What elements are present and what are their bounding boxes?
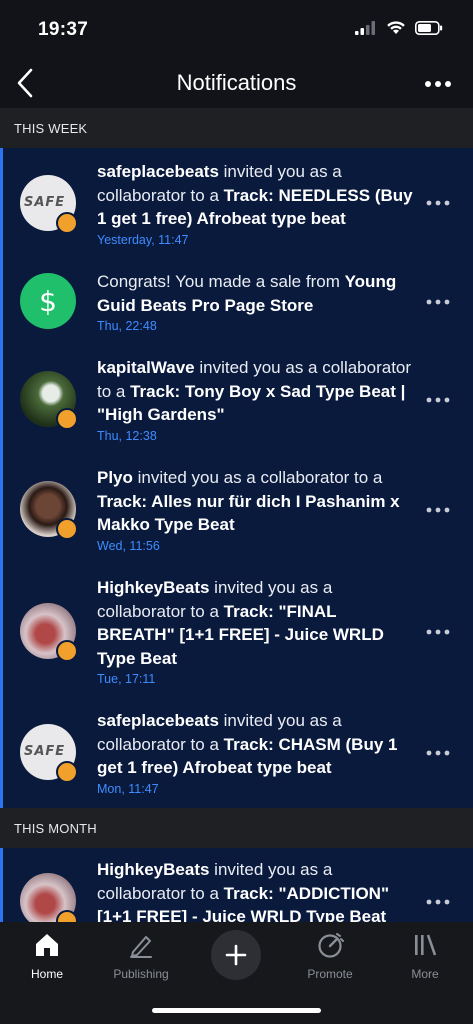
dollar-icon: $ (39, 285, 57, 318)
status-time: 19:37 (38, 19, 89, 40)
more-bars-icon (415, 934, 437, 956)
item-options-icon[interactable] (425, 505, 451, 515)
home-indicator (152, 1008, 321, 1013)
tab-publishing[interactable]: Publishing (96, 932, 186, 981)
sale-avatar: $ (20, 273, 76, 329)
plus-icon (225, 944, 247, 966)
timestamp: Wed, 11:56 (97, 538, 160, 553)
actor-link[interactable]: Plyo (97, 468, 133, 487)
pro-badge-icon (56, 408, 78, 430)
status-bar: 19:37 (0, 0, 473, 60)
more-options-icon[interactable] (423, 74, 453, 94)
item-options-icon[interactable] (425, 297, 451, 307)
actor-link[interactable]: safeplacebeats (97, 162, 219, 181)
pro-badge-icon (56, 910, 78, 922)
tab-promote[interactable]: Promote (285, 932, 375, 981)
actor-link[interactable]: HighkeyBeats (97, 860, 209, 879)
pro-badge-icon (56, 761, 78, 783)
section-header-this-month: THIS MONTH (0, 808, 473, 848)
wifi-icon (387, 21, 405, 34)
timestamp: Tue, 17:11 (97, 672, 156, 686)
tab-home[interactable]: Home (2, 932, 92, 981)
battery-icon (415, 20, 443, 35)
actor-link[interactable]: safeplacebeats (97, 711, 219, 730)
pro-badge-icon (56, 518, 78, 540)
item-options-icon[interactable] (425, 627, 451, 637)
signal-icon (355, 20, 375, 35)
actor-link[interactable]: kapitalWave (97, 358, 195, 377)
add-button[interactable] (211, 930, 261, 980)
actor-link[interactable]: HighkeyBeats (97, 578, 209, 597)
timestamp: Thu, 22:48 (97, 319, 157, 333)
pro-badge-icon (56, 212, 78, 234)
home-icon (36, 934, 58, 956)
page-title: Notifications (176, 70, 297, 95)
section-header-this-week: THIS WEEK (0, 108, 473, 148)
timestamp: Thu, 12:38 (97, 428, 157, 443)
item-options-icon[interactable] (425, 198, 451, 208)
tab-more[interactable]: More (380, 932, 470, 981)
nav-header: Notifications (0, 60, 473, 108)
item-options-icon[interactable] (425, 897, 451, 907)
timestamp: Mon, 11:47 (97, 781, 159, 796)
timestamp: Yesterday, 11:47 (97, 232, 189, 247)
item-options-icon[interactable] (425, 395, 451, 405)
item-options-icon[interactable] (425, 748, 451, 758)
promote-gauge-icon (318, 933, 344, 958)
pen-icon (130, 936, 152, 958)
pro-badge-icon (56, 640, 78, 662)
